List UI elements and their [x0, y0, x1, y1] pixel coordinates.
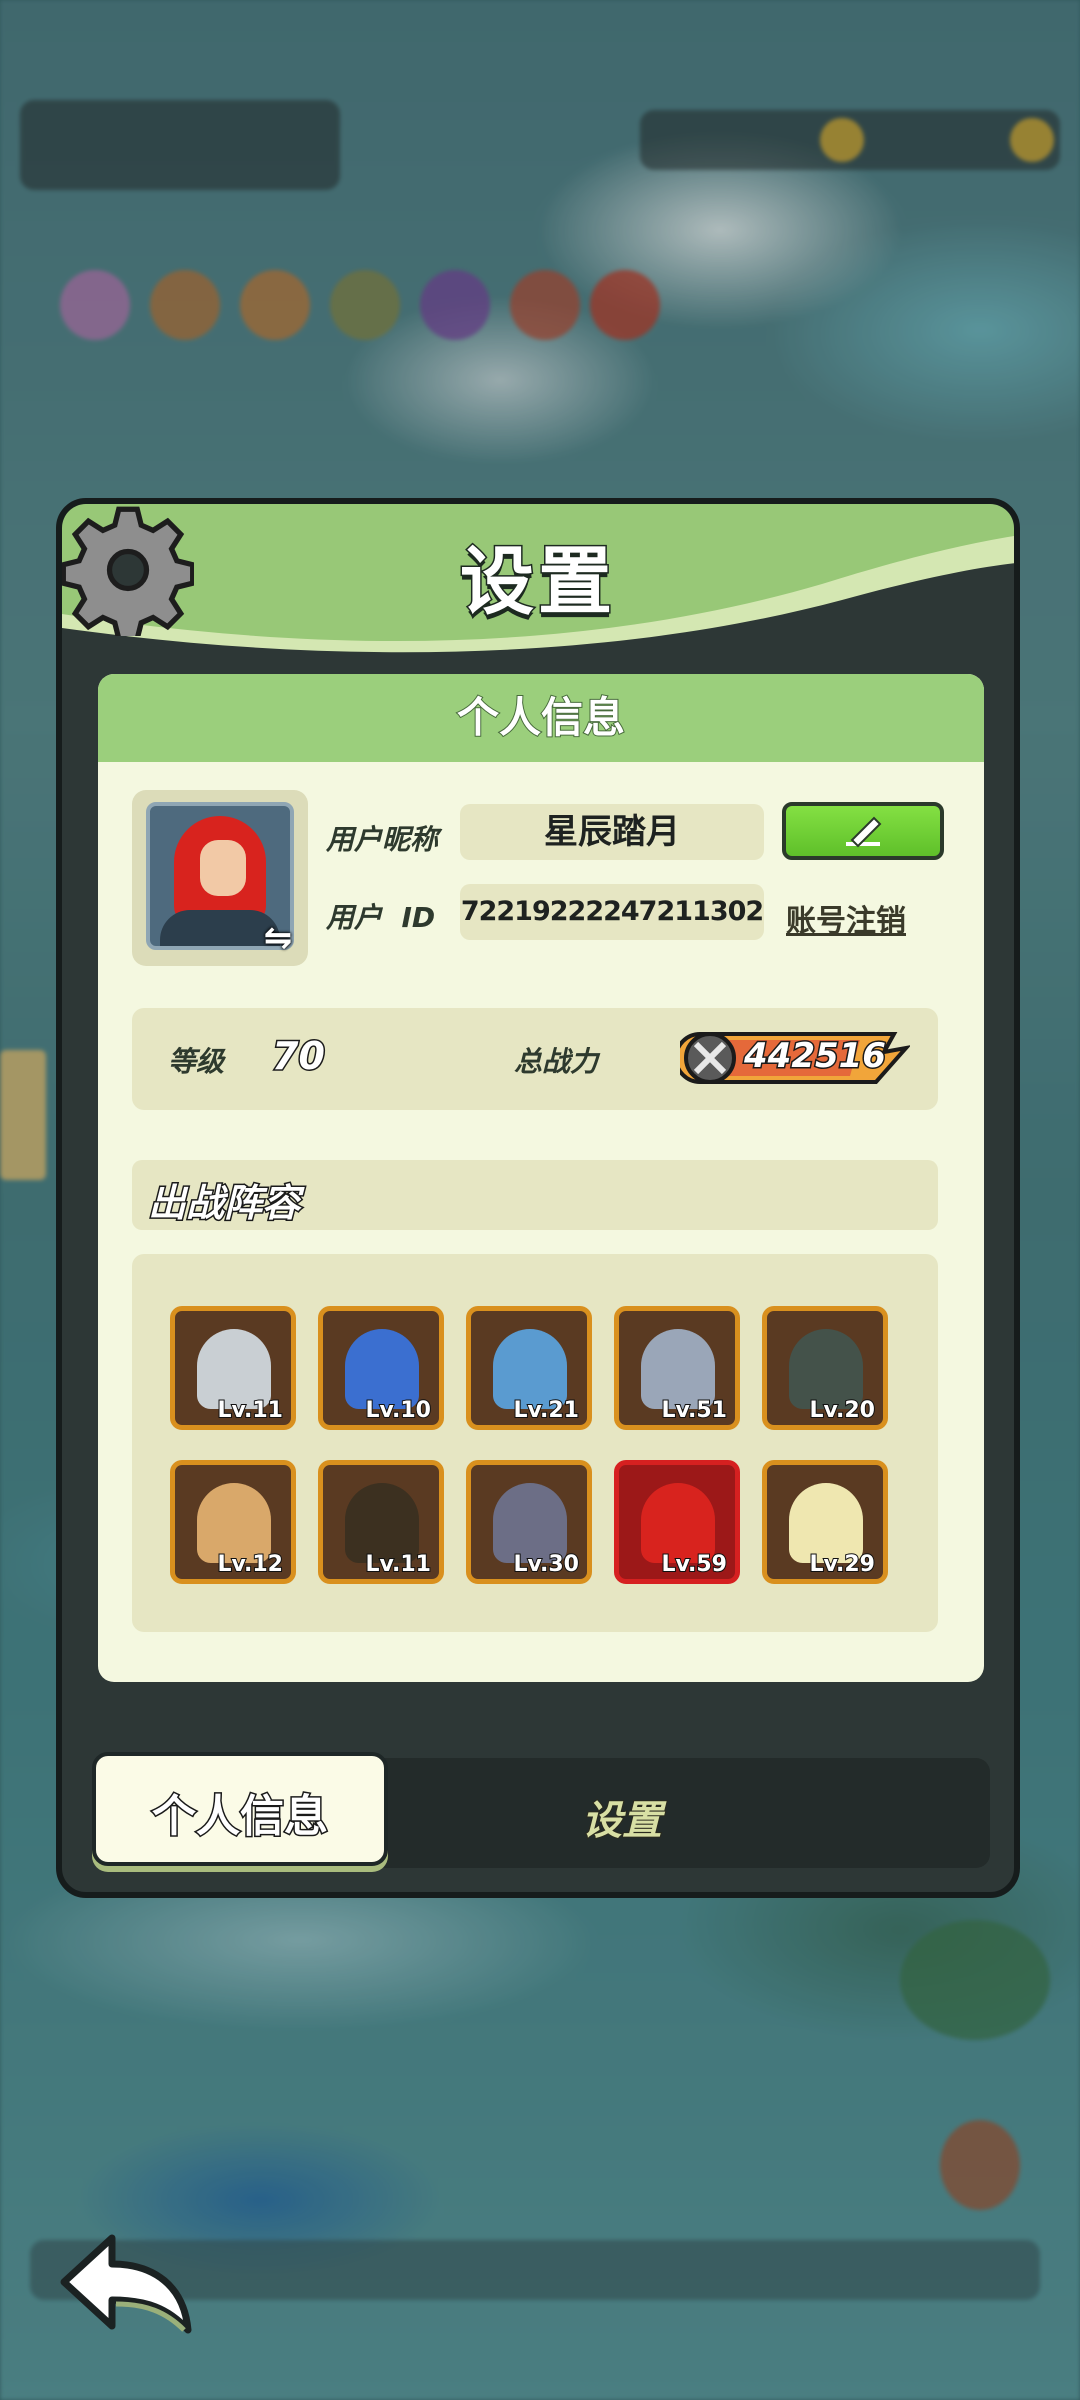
swap-icon[interactable]: ⇋	[258, 918, 298, 958]
lineup-grid: Lv.11 Lv.10 Lv.21 Lv.51 Lv.20 Lv.12 Lv.1…	[132, 1254, 938, 1632]
back-arrow-icon[interactable]	[56, 2230, 196, 2340]
lineup-header: 出战阵容	[132, 1160, 938, 1230]
power-value: 442516	[743, 1035, 888, 1078]
hero-slot[interactable]: Lv.12	[170, 1460, 296, 1584]
hero-slot[interactable]: Lv.11	[170, 1306, 296, 1430]
level-value: 70	[271, 1033, 327, 1080]
user-id-field: 72219222247211302	[460, 884, 764, 940]
hero-slot[interactable]: Lv.20	[762, 1306, 888, 1430]
dialog-title: 设置	[459, 538, 616, 627]
user-id-label: 用户 ID	[326, 901, 436, 934]
profile-card: 个人信息 ⇋ 用户昵称 星辰踏月 用户 ID 72219222247211302…	[98, 674, 984, 1682]
nickname-field: 星辰踏月	[460, 804, 764, 860]
hero-slot[interactable]: Lv.10	[318, 1306, 444, 1430]
hero-slot[interactable]: Lv.21	[466, 1306, 592, 1430]
hero-slot[interactable]: Lv.29	[762, 1460, 888, 1584]
hero-slot[interactable]: Lv.59	[614, 1460, 740, 1584]
edit-nickname-button[interactable]	[782, 802, 944, 860]
settings-dialog: 设置 个人信息 ⇋ 用户昵称 星辰踏月 用户 ID 72219222247211…	[56, 498, 1020, 1898]
nickname-label: 用户昵称	[326, 823, 439, 856]
avatar-frame[interactable]: ⇋	[132, 790, 308, 966]
hero-slot[interactable]: Lv.11	[318, 1460, 444, 1584]
dialog-header: 设置	[62, 504, 1014, 654]
section-title: 个人信息	[98, 674, 984, 762]
deregister-account-link[interactable]: 账号注销	[786, 896, 906, 940]
tab-settings[interactable]: 设置	[442, 1758, 802, 1868]
power-badge: 442516	[680, 1030, 910, 1086]
lineup-title: 出战阵容	[146, 1180, 301, 1227]
power-label: 总战力	[514, 1045, 599, 1078]
hero-slot[interactable]: Lv.30	[466, 1460, 592, 1584]
stats-row: 等级 70 总战力 442516	[132, 1008, 938, 1110]
crossed-swords-icon	[684, 1032, 736, 1084]
hero-slot[interactable]: Lv.51	[614, 1306, 740, 1430]
level-label: 等级	[168, 1045, 225, 1078]
tab-profile-info[interactable]: 个人信息	[92, 1752, 388, 1866]
pencil-icon	[846, 816, 882, 848]
